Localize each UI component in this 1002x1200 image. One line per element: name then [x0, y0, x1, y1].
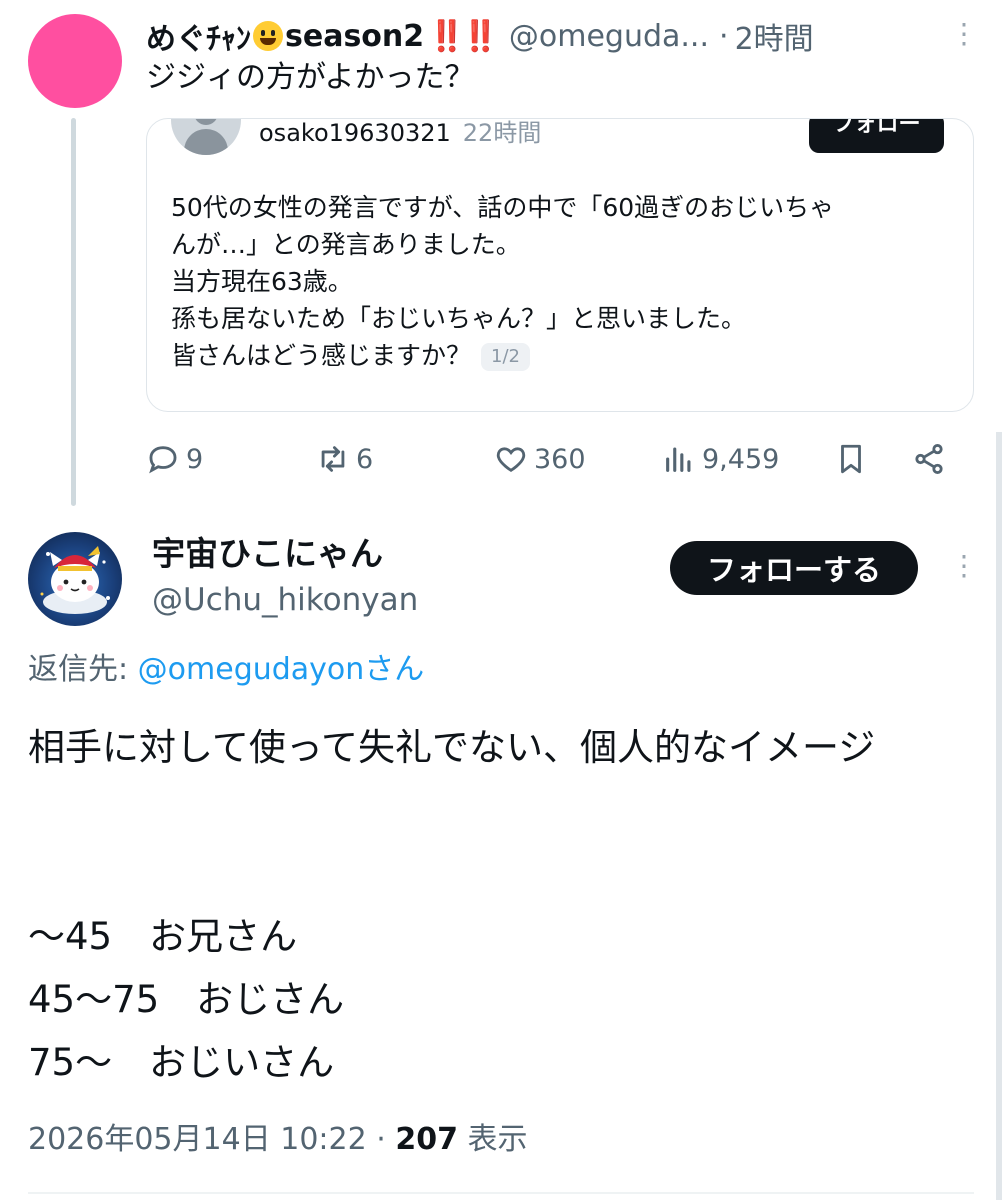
reply-to-label: 返信先:	[28, 652, 138, 687]
divider	[28, 1192, 974, 1194]
separator-dot: ·	[376, 1122, 386, 1157]
quoted-handle: osako19630321	[259, 119, 451, 147]
scrollbar-track[interactable]	[996, 432, 1002, 1200]
double-exclamation-badge: ‼️‼️	[428, 18, 499, 54]
follow-button[interactable]: フォローする	[670, 541, 918, 595]
post-text: 相手に対して使って失礼でない、個人的なイメージ ～45 お兄さん 45～75 お…	[28, 726, 876, 1084]
reply-to-suffix[interactable]: さん	[364, 652, 424, 687]
thread-connector-line	[71, 118, 76, 506]
share-button[interactable]	[912, 436, 952, 482]
more-options-icon[interactable]: ⋮	[950, 20, 978, 48]
post-time[interactable]: 2時間	[735, 14, 814, 58]
display-name[interactable]: 宇宙ひこにゃん	[152, 532, 383, 576]
reply-button[interactable]: 9	[146, 436, 203, 482]
user-handle[interactable]: @omeguda...	[509, 19, 709, 54]
view-count: 207	[395, 1122, 458, 1157]
reply-count: 9	[186, 443, 204, 475]
views-button[interactable]: 9,459	[662, 436, 779, 482]
display-name[interactable]: めぐﾁｬﾝ	[146, 14, 251, 58]
quoted-avatar	[171, 119, 241, 155]
heart-icon	[496, 447, 526, 472]
quoted-line: んが…」との発言ありました。	[171, 230, 521, 259]
post-header: めぐﾁｬﾝ season2 ‼️‼️ @omeguda... · 2時間	[146, 14, 814, 58]
quoted-line-last: 皆さんはどう感じますか？ 1/2	[171, 337, 951, 374]
display-name-suffix[interactable]: season2	[285, 19, 424, 54]
quoted-line: 当方現在63歳。	[171, 267, 353, 296]
analytics-bars-icon	[666, 447, 691, 472]
view-count: 9,459	[702, 443, 780, 475]
user-handle[interactable]: @Uchu_hikonyan	[152, 578, 418, 622]
reply-icon	[149, 446, 177, 474]
more-options-icon[interactable]: ⋮	[950, 552, 978, 580]
grinning-face-emoji-icon	[253, 21, 283, 51]
reply-to-link[interactable]: @omegudayonさん	[138, 652, 425, 687]
timestamp[interactable]: 2026年05月14日 10:22	[28, 1122, 367, 1157]
quoted-line: 皆さんはどう感じますか？	[171, 341, 472, 370]
quoted-line: 孫も居ないため「おじいちゃん？」と思いました。	[171, 304, 747, 333]
avatar[interactable]	[28, 14, 122, 108]
bookmark-icon	[841, 444, 861, 474]
like-button[interactable]: 360	[494, 436, 586, 482]
quoted-line: 50代の女性の発言ですが、話の中で「60過ぎのおじいちゃ	[171, 193, 835, 222]
repost-count: 6	[356, 443, 374, 475]
cat-mascot-icon	[40, 546, 110, 614]
separator-dot: ·	[719, 18, 729, 54]
avatar[interactable]	[28, 532, 122, 626]
quoted-post-card[interactable]: osako19630321 22時間 フォロー 50代の女性の発言ですが、話の中で…	[146, 118, 974, 412]
action-bar: 9 6 360 9,459	[146, 436, 966, 482]
share-icon	[915, 443, 943, 475]
view-label: 表示	[467, 1122, 528, 1157]
repost-icon	[321, 446, 345, 472]
post-text: ジジィの方がよかった？	[146, 60, 475, 95]
quoted-header: osako19630321 22時間	[259, 119, 542, 148]
thread-pager-badge: 1/2	[481, 343, 530, 371]
repost-button[interactable]: 6	[316, 436, 373, 482]
quoted-follow-button[interactable]: フォロー	[809, 119, 944, 153]
reply-to-handle[interactable]: @omegudayon	[138, 652, 365, 687]
like-count: 360	[534, 443, 586, 475]
reply-to-line: 返信先: @omegudayonさん	[28, 648, 424, 692]
quoted-time: 22時間	[462, 119, 542, 147]
post-meta: 2026年05月14日 10:22 · 207 表示	[28, 1118, 528, 1162]
bookmark-button[interactable]	[834, 436, 874, 482]
quoted-text: 50代の女性の発言ですが、話の中で「60過ぎのおじいちゃ んが…」との発言ありま…	[171, 189, 951, 374]
